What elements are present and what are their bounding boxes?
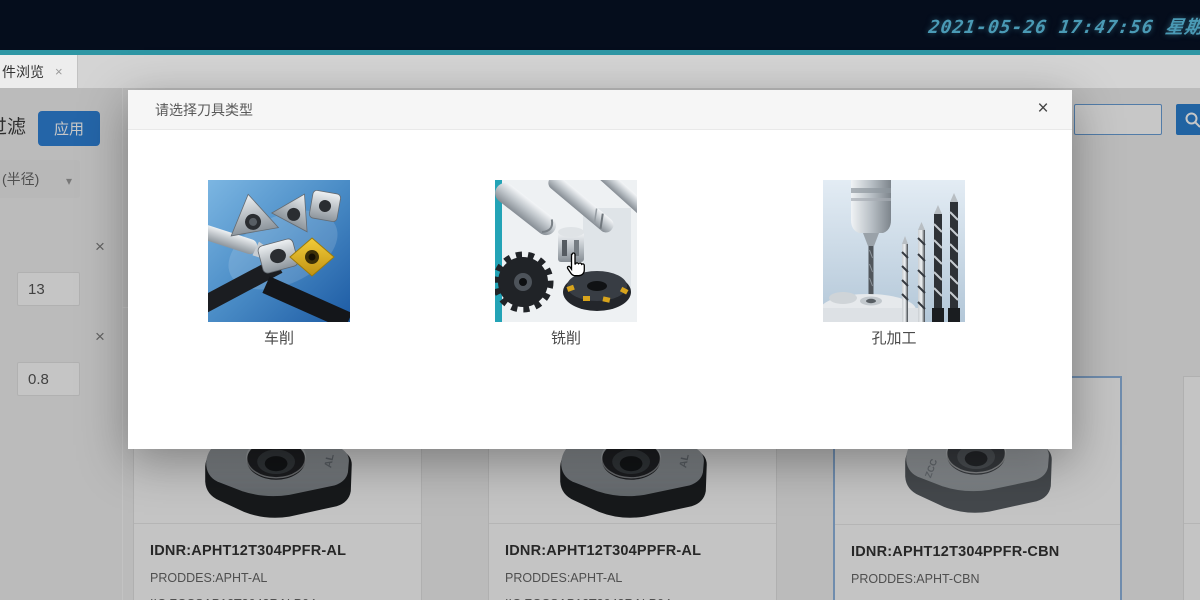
dialog-title: 请选择刀具类型 xyxy=(155,90,253,130)
option-turning[interactable]: 车削 xyxy=(208,180,350,348)
option-drilling[interactable]: 孔加工 xyxy=(823,180,965,348)
dialog-close-icon[interactable]: × xyxy=(1032,98,1054,120)
tool-type-dialog: 请选择刀具类型 × xyxy=(128,90,1072,449)
tab-bar: 件浏览 × xyxy=(0,55,1200,88)
app-window: 2021-05-26 17:47:56 星期 件浏览 × 过滤 应用 (半径) … xyxy=(0,0,1200,600)
dialog-header: 请选择刀具类型 × xyxy=(128,90,1072,130)
tab-component-browse[interactable]: 件浏览 × xyxy=(0,55,78,88)
milling-tools-image xyxy=(495,180,637,322)
top-status-bar: 2021-05-26 17:47:56 星期 xyxy=(0,0,1200,50)
tab-label: 件浏览 xyxy=(2,62,44,82)
option-turning-label: 车削 xyxy=(208,327,350,348)
option-milling-label: 铣削 xyxy=(495,327,637,348)
turning-tools-image xyxy=(208,180,350,322)
tab-close-icon[interactable]: × xyxy=(55,65,63,78)
drilling-tools-image xyxy=(823,180,965,322)
digital-clock: 2021-05-26 17:47:56 星期 xyxy=(927,13,1200,39)
option-milling[interactable]: 铣削 xyxy=(495,180,637,348)
option-drilling-label: 孔加工 xyxy=(823,327,965,348)
